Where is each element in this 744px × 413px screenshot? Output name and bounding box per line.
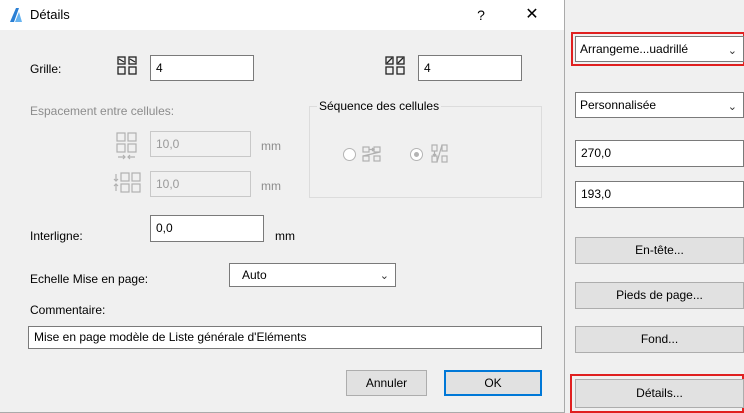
spacing-vertical-input[interactable]: 10,0 [150, 171, 251, 197]
chevron-down-icon: ⌄ [727, 45, 737, 57]
spacing-horizontal-unit: mm [261, 139, 281, 153]
comment-label: Commentaire: [30, 303, 106, 317]
layout-scale-label: Echelle Mise en page: [30, 272, 149, 286]
help-button[interactable]: ? [466, 2, 496, 28]
spacing-label: Espacement entre cellules: [30, 104, 175, 118]
arrangement-select[interactable]: Arrangeme...uadrillé ⌄ [575, 36, 744, 62]
grid-columns-input[interactable]: 4 [150, 55, 254, 81]
layout-settings-panel: Arrangeme...uadrillé ⌄ Personnalisée ⌄ 2… [565, 0, 744, 413]
details-dialog: Détails ? ✕ Grille: 4 4 Espacement entre… [0, 0, 565, 413]
arrangement-value: Arrangeme...uadrillé [580, 42, 689, 56]
spacing-horizontal-input[interactable]: 10,0 [150, 131, 251, 157]
spacing-vertical-unit: mm [261, 179, 281, 193]
background-button[interactable]: Fond... [575, 326, 744, 353]
details-button[interactable]: Détails... [575, 379, 744, 408]
dialog-title: Détails [30, 7, 70, 22]
paper-format-value: Personnalisée [580, 98, 657, 112]
grid-label: Grille: [30, 62, 62, 76]
cancel-button[interactable]: Annuler [346, 370, 427, 396]
sequence-row-radio[interactable] [343, 148, 356, 161]
sequence-row-icon [361, 145, 383, 166]
layout-scale-value: Auto [242, 268, 267, 282]
comment-input[interactable]: Mise en page modèle de Liste générale d'… [28, 326, 542, 349]
grid-rows-icon [384, 55, 408, 80]
line-spacing-label: Interligne: [30, 229, 83, 243]
spacing-horizontal-icon [114, 131, 140, 164]
spacing-vertical-icon [112, 171, 142, 198]
ok-button[interactable]: OK [444, 370, 542, 396]
footer-button[interactable]: Pieds de page... [575, 282, 744, 309]
sequence-column-icon [430, 143, 450, 168]
app-logo-icon [9, 7, 23, 26]
dialog-titlebar[interactable]: Détails ? ✕ [0, 0, 564, 30]
cell-sequence-label: Séquence des cellules [317, 99, 442, 113]
grid-rows-input[interactable]: 4 [418, 55, 522, 81]
chevron-down-icon: ⌄ [727, 101, 737, 113]
sequence-column-radio[interactable] [410, 148, 423, 161]
line-spacing-input[interactable]: 0,0 [150, 215, 264, 242]
line-spacing-unit: mm [275, 229, 295, 243]
layout-scale-select[interactable]: Auto ⌄ [229, 263, 396, 287]
paper-format-select[interactable]: Personnalisée ⌄ [575, 92, 744, 118]
grid-columns-icon [116, 55, 140, 80]
header-button[interactable]: En-tête... [575, 237, 744, 264]
close-button[interactable]: ✕ [514, 2, 550, 28]
chevron-down-icon: ⌄ [379, 270, 389, 282]
paper-width-input[interactable]: 270,0 [575, 140, 744, 167]
paper-height-input[interactable]: 193,0 [575, 181, 744, 208]
